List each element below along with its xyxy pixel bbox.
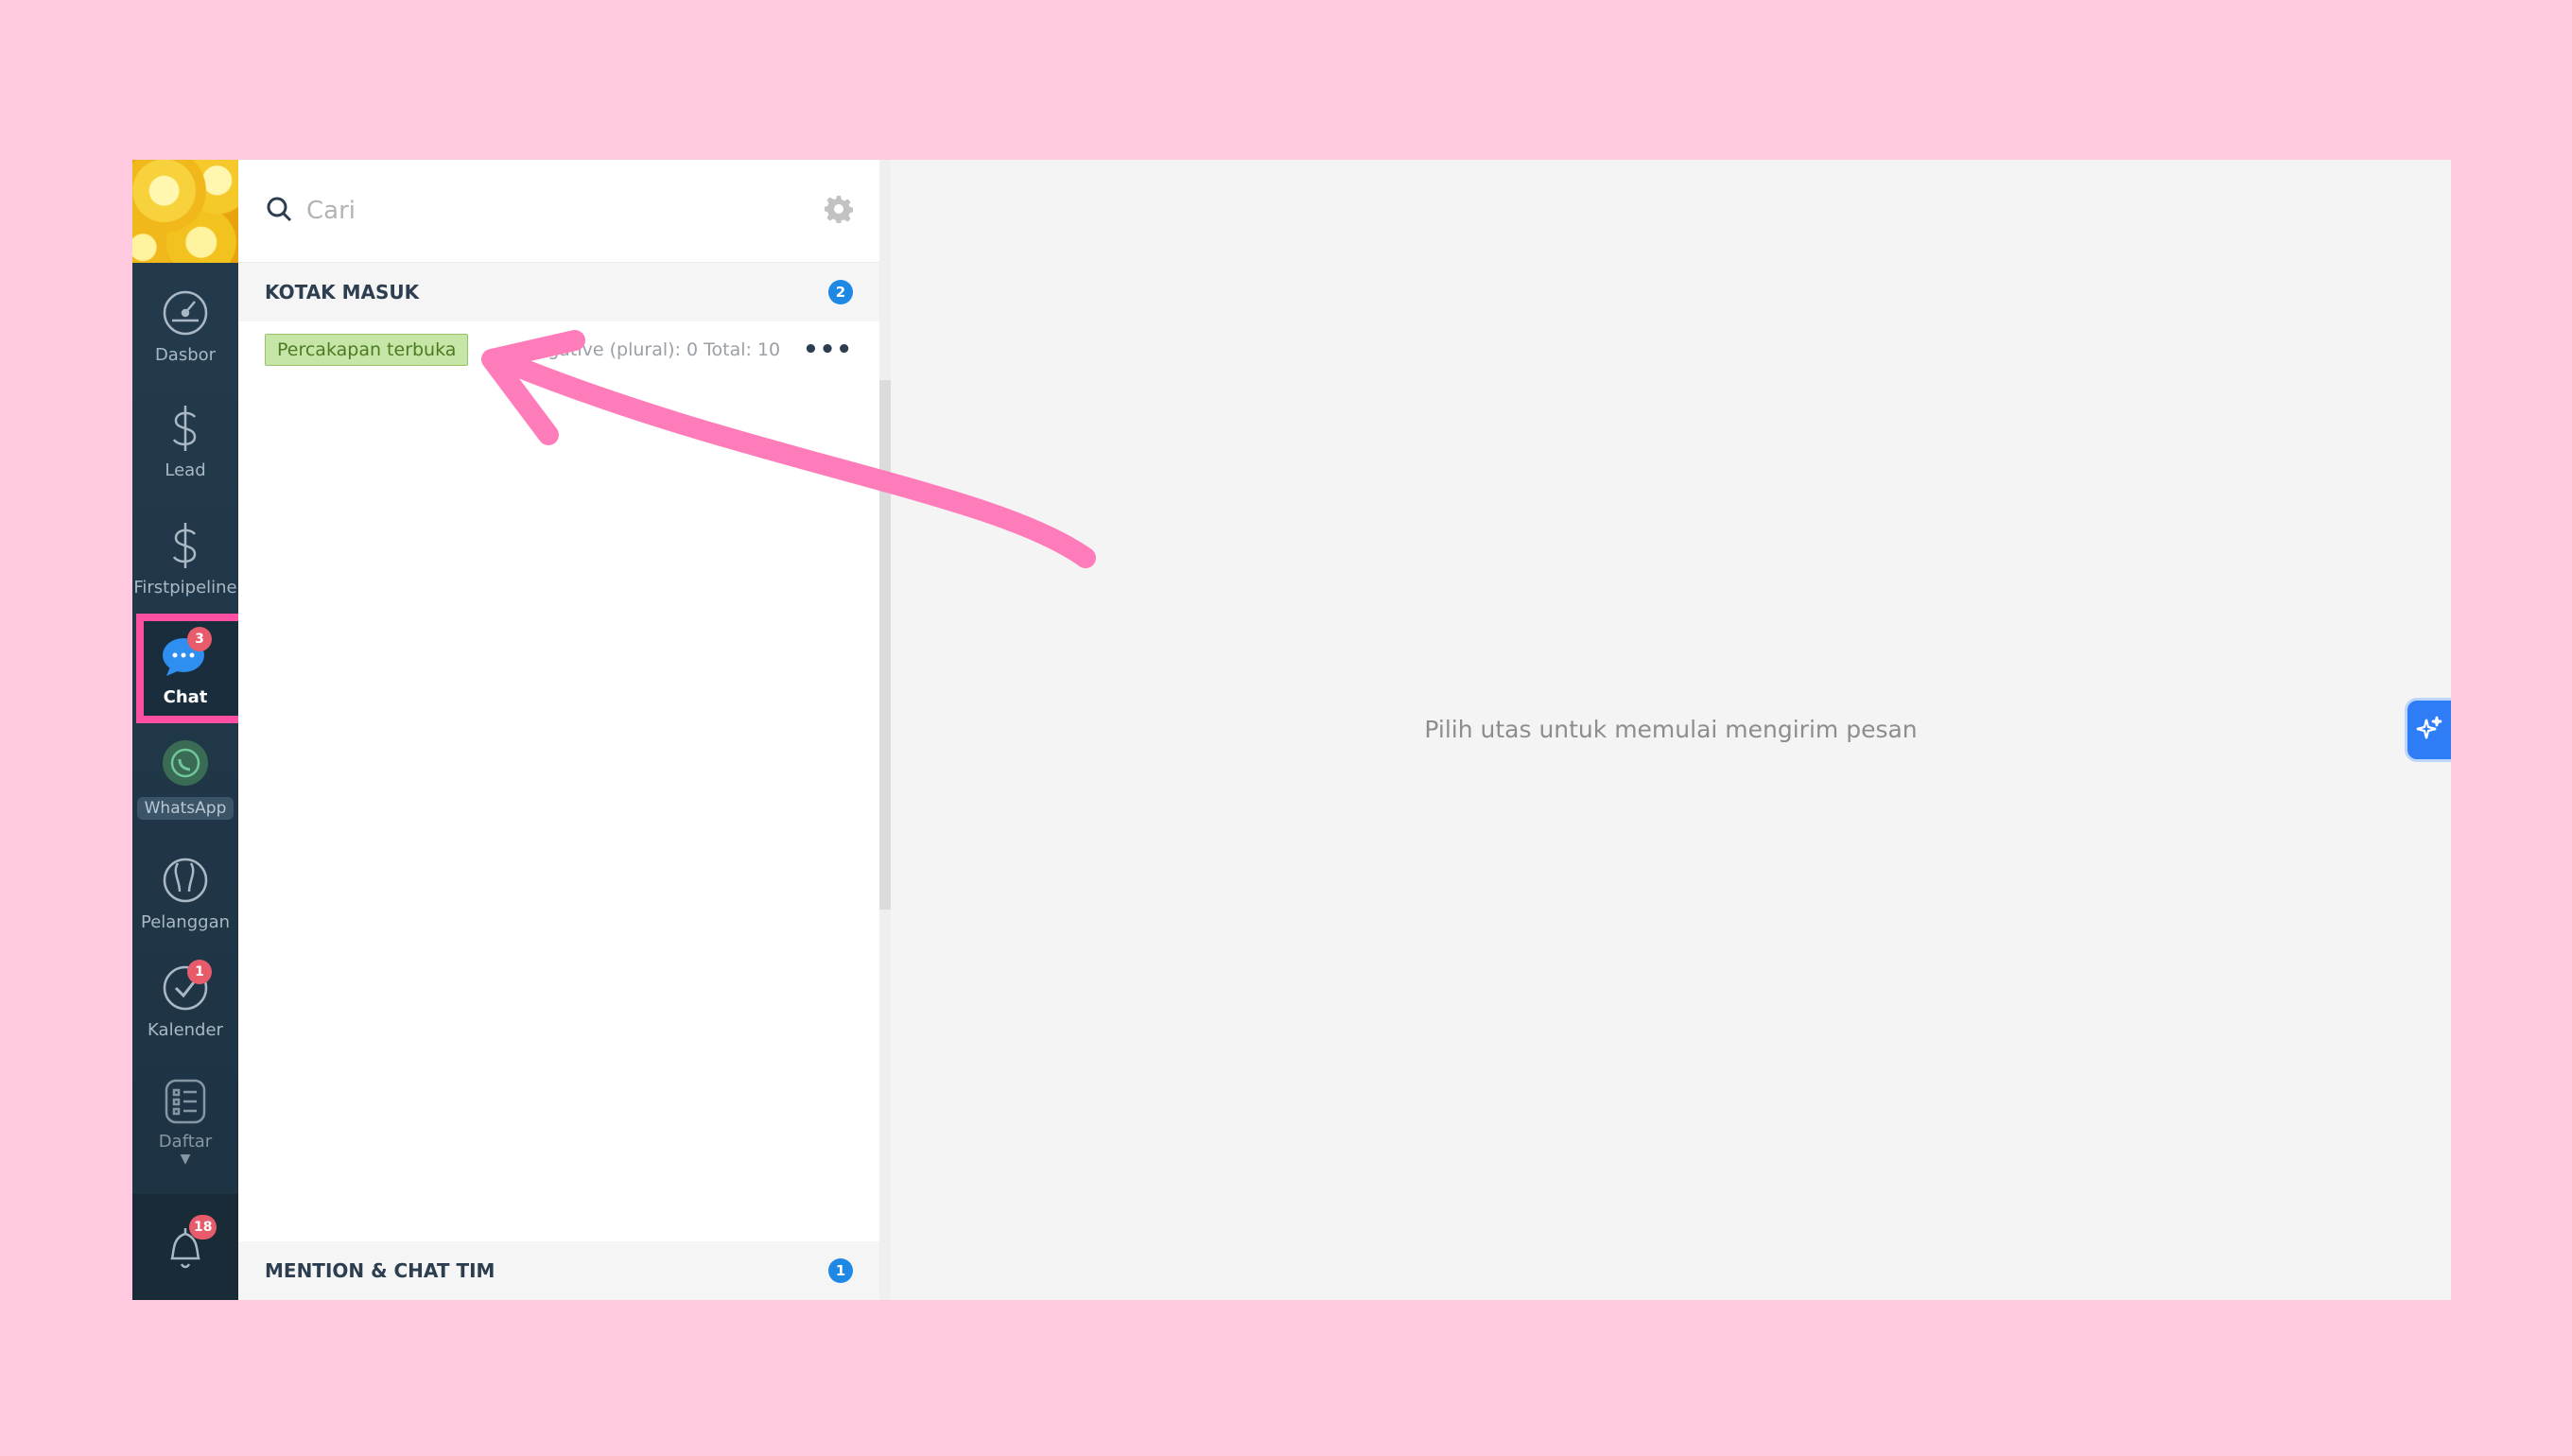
sidebar-item-label: WhatsApp	[136, 797, 235, 820]
company-logo	[132, 160, 238, 263]
sidebar-nav: Dasbor Lead Firstpipeline 3 Chat WhatsAp…	[132, 160, 246, 1300]
sidebar-item-label: Chat	[163, 687, 208, 707]
checkmark-icon: 1	[159, 960, 212, 1014]
chat-bubble-icon: 3	[159, 627, 212, 682]
sidebar-item-lead[interactable]: Lead	[132, 402, 238, 480]
sidebar-item-label: Firstpipeline	[133, 578, 237, 598]
message-pane: Pilih utas untuk memulai mengirim pesan	[891, 160, 2451, 1300]
notifications-badge: 18	[189, 1215, 217, 1239]
app-window: Dasbor Lead Firstpipeline 3 Chat WhatsAp…	[132, 160, 2451, 1300]
customers-icon	[159, 854, 212, 907]
dollar-icon	[159, 519, 212, 572]
chat-badge: 3	[187, 627, 212, 651]
inbox-title: KOTAK MASUK	[265, 281, 420, 303]
sidebar-item-dashboard[interactable]: Dasbor	[132, 286, 238, 365]
inbox-filter-row: Percakapan terbuka Negative (plural): 0 …	[238, 321, 879, 378]
gear-icon[interactable]	[824, 195, 854, 227]
sidebar-item-calendar[interactable]: 1 Kalender	[132, 960, 238, 1040]
mentions-title: MENTION & CHAT TIM	[265, 1259, 495, 1282]
search-bar	[238, 160, 879, 263]
conversation-list-panel: KOTAK MASUK 2 Percakapan terbuka Negativ…	[238, 160, 891, 1300]
list-icon	[159, 1073, 212, 1126]
sidebar-item-list[interactable]: Daftar ▼	[132, 1073, 238, 1167]
search-input[interactable]	[306, 197, 825, 225]
sidebar-item-label: Kalender	[148, 1020, 223, 1040]
bell-icon: 18	[159, 1215, 217, 1274]
more-icon[interactable]: •••	[803, 338, 853, 362]
open-conversations-filter[interactable]: Percakapan terbuka	[265, 334, 469, 366]
mentions-count-badge: 1	[828, 1258, 853, 1283]
inbox-stats: Negative (plural): 0 Total: 10	[523, 339, 781, 360]
inbox-section-header[interactable]: KOTAK MASUK 2	[238, 263, 879, 321]
chevron-down-icon[interactable]: ▼	[181, 1152, 191, 1167]
calendar-badge: 1	[187, 960, 212, 984]
search-icon	[265, 195, 293, 227]
sidebar-item-customers[interactable]: Pelanggan	[132, 854, 238, 932]
sidebar-item-chat[interactable]: 3 Chat	[132, 627, 238, 707]
sidebar-item-whatsapp[interactable]: WhatsApp	[132, 737, 238, 820]
sidebar-item-label: Daftar	[158, 1132, 213, 1152]
mentions-section-header[interactable]: MENTION & CHAT TIM 1	[238, 1241, 879, 1300]
inbox-count-badge: 2	[828, 280, 853, 304]
list-scrollbar[interactable]	[879, 380, 891, 910]
notifications-button[interactable]: 18	[132, 1194, 238, 1300]
sidebar-item-firstpipeline[interactable]: Firstpipeline	[132, 519, 238, 598]
whatsapp-icon	[159, 737, 212, 789]
sidebar-item-label: Lead	[165, 460, 206, 480]
dashboard-icon	[159, 286, 212, 339]
sparkle-icon	[2415, 714, 2443, 746]
sidebar-item-label: Dasbor	[154, 345, 217, 365]
empty-state-message: Pilih utas untuk memulai mengirim pesan	[1424, 716, 1918, 743]
ai-assistant-button[interactable]	[2407, 701, 2451, 759]
dollar-icon	[159, 402, 212, 455]
sidebar-item-label: Pelanggan	[140, 912, 231, 932]
